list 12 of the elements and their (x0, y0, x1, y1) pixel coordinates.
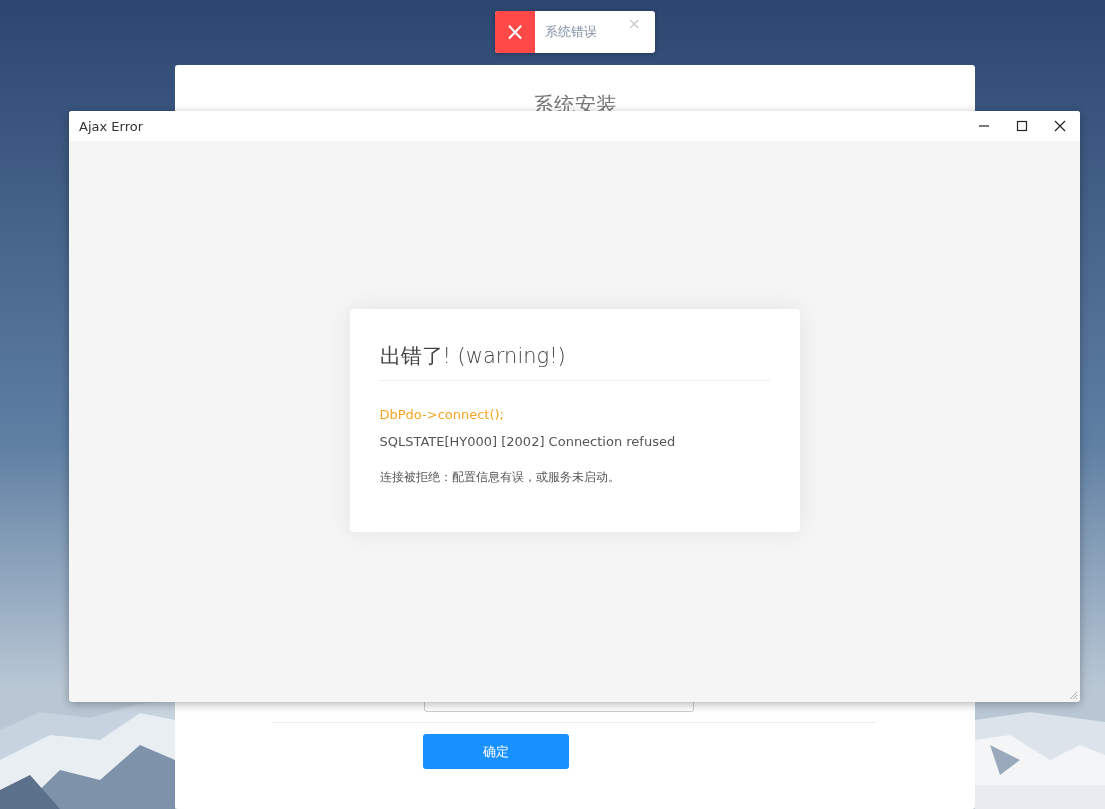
confirm-button[interactable]: 确定 (423, 734, 569, 769)
error-hint: 连接被拒绝：配置信息有误，或服务未启动。 (379, 468, 620, 486)
resize-grip-icon[interactable] (1068, 690, 1078, 700)
window-title: Ajax Error (79, 118, 143, 134)
error-heading: 出错了! (warning!) (379, 342, 566, 370)
error-message: SQLSTATE[HY000] [2002] Connection refused (379, 433, 676, 449)
error-call: DbPdo->connect(); (379, 406, 504, 422)
close-icon[interactable] (1054, 120, 1066, 132)
toast-message: 系统错误 (545, 23, 597, 41)
maximize-icon[interactable] (1016, 120, 1028, 132)
error-icon: × (495, 11, 535, 53)
close-button[interactable]: × (627, 16, 641, 32)
